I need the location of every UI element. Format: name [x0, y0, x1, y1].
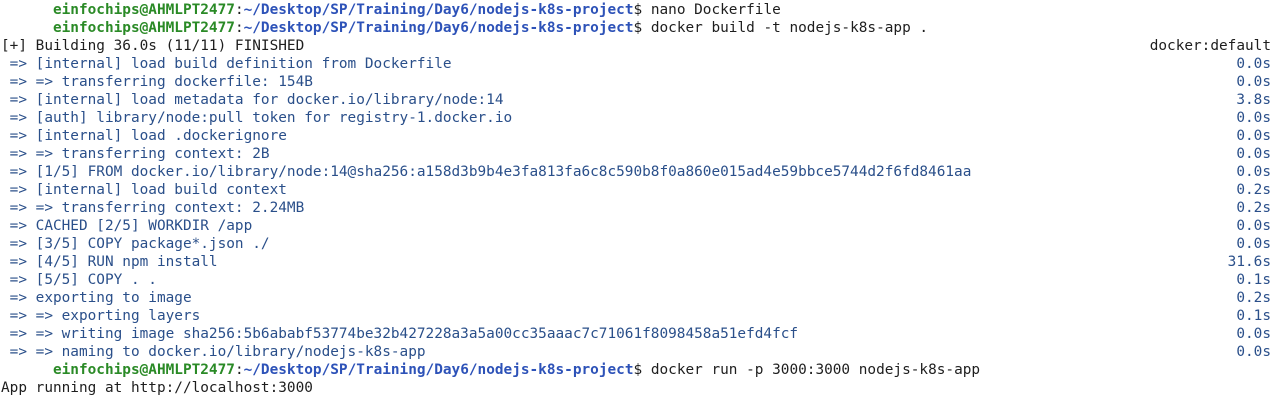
- prompt-separator: :: [234, 20, 244, 36]
- build-step-text: => [5/5] COPY . .: [1, 272, 157, 288]
- build-step-time: 0.0s: [1236, 128, 1271, 144]
- build-step: => exporting to image 0.2s: [1, 289, 1271, 307]
- app-output: App running at http://localhost:3000: [1, 380, 313, 396]
- build-step-time: 31.6s: [1227, 254, 1271, 270]
- build-step: => [internal] load build definition from…: [1, 55, 1271, 73]
- build-step-time: 0.1s: [1236, 308, 1271, 324]
- cursor-line[interactable]: [1, 397, 1271, 402]
- build-step-text: => => exporting layers: [1, 308, 201, 324]
- build-step: => [internal] load .dockerignore 0.0s: [1, 127, 1271, 145]
- build-step: => [auth] library/node:pull token for re…: [1, 109, 1271, 127]
- build-step-text: => exporting to image: [1, 290, 192, 306]
- build-step-time: 0.2s: [1236, 290, 1271, 306]
- build-step-text: => [internal] load .dockerignore: [1, 128, 287, 144]
- build-step: => CACHED [2/5] WORKDIR /app 0.0s: [1, 217, 1271, 235]
- build-step-time: 0.2s: [1236, 200, 1271, 216]
- build-step-time: 0.0s: [1236, 236, 1271, 252]
- build-step-time: 0.0s: [1236, 146, 1271, 162]
- build-step-text: => [3/5] COPY package*.json ./: [1, 236, 270, 252]
- build-step-text: => [internal] load build definition from…: [1, 56, 452, 72]
- build-step-time: 0.1s: [1236, 272, 1271, 288]
- build-step-text: => [internal] load build context: [1, 182, 287, 198]
- build-step: => [internal] load metadata for docker.i…: [1, 91, 1271, 109]
- builder-name: docker:default: [1149, 38, 1271, 54]
- prompt-path: ~/Desktop/SP/Training/Day6/nodejs-k8s-pr…: [243, 362, 634, 378]
- build-step: => => transferring context: 2.24MB 0.2s: [1, 199, 1271, 217]
- build-step-text: => [1/5] FROM docker.io/library/node:14@…: [1, 164, 972, 180]
- build-step-text: => => transferring context: 2.24MB: [1, 200, 305, 216]
- build-step-time: 0.0s: [1236, 326, 1271, 342]
- build-step-time: 0.0s: [1236, 56, 1271, 72]
- build-step-text: => => transferring dockerfile: 154B: [1, 74, 313, 90]
- build-step: => => writing image sha256:5b6ababf53774…: [1, 325, 1271, 343]
- build-step-time: 0.2s: [1236, 182, 1271, 198]
- prompt-line: einfochips@AHMLPT2477:~/Desktop/SP/Train…: [1, 19, 1271, 37]
- prompt-separator: :: [234, 362, 244, 378]
- build-step-text: => [internal] load metadata for docker.i…: [1, 92, 504, 108]
- build-step-time: 0.0s: [1236, 218, 1271, 234]
- prompt-user: einfochips@AHMLPT2477: [52, 362, 235, 378]
- build-status: [+] Building 36.0s (11/11) FINISHED: [1, 38, 305, 54]
- build-step: => => transferring dockerfile: 154B 0.0s: [1, 73, 1271, 91]
- terminal-window[interactable]: einfochips@AHMLPT2477:~/Desktop/SP/Train…: [0, 0, 1284, 402]
- build-step: => [4/5] RUN npm install 31.6s: [1, 253, 1271, 271]
- prompt-line: einfochips@AHMLPT2477:~/Desktop/SP/Train…: [1, 361, 1271, 379]
- build-step-time: 3.8s: [1236, 92, 1271, 108]
- command-text: docker build -t nodejs-k8s-app .: [650, 20, 929, 36]
- build-step-text: => => transferring context: 2B: [1, 146, 270, 162]
- prompt-path: ~/Desktop/SP/Training/Day6/nodejs-k8s-pr…: [243, 20, 634, 36]
- build-step: => [1/5] FROM docker.io/library/node:14@…: [1, 163, 1271, 181]
- build-step-text: => [4/5] RUN npm install: [1, 254, 218, 270]
- build-step: => [3/5] COPY package*.json ./ 0.0s: [1, 235, 1271, 253]
- build-step-text: => => writing image sha256:5b6ababf53774…: [1, 326, 799, 342]
- build-step-text: => [auth] library/node:pull token for re…: [1, 110, 513, 126]
- build-header: [+] Building 36.0s (11/11) FINISHED dock…: [1, 37, 1271, 55]
- build-step-time: 0.0s: [1236, 164, 1271, 180]
- build-step-time: 0.0s: [1236, 110, 1271, 126]
- app-output-line: App running at http://localhost:3000: [1, 379, 1271, 397]
- build-step: => => transferring context: 2B 0.0s: [1, 145, 1271, 163]
- build-step-text: => CACHED [2/5] WORKDIR /app: [1, 218, 253, 234]
- build-step: => [5/5] COPY . . 0.1s: [1, 271, 1271, 289]
- command-text: docker run -p 3000:3000 nodejs-k8s-app: [650, 362, 981, 378]
- prompt-sigil: $: [633, 362, 651, 378]
- build-step: => [internal] load build context 0.2s: [1, 181, 1271, 199]
- build-step: => => exporting layers 0.1s: [1, 307, 1271, 325]
- prompt-sigil: $: [633, 20, 651, 36]
- build-step-time: 0.0s: [1236, 74, 1271, 90]
- prompt-user: einfochips@AHMLPT2477: [52, 20, 235, 36]
